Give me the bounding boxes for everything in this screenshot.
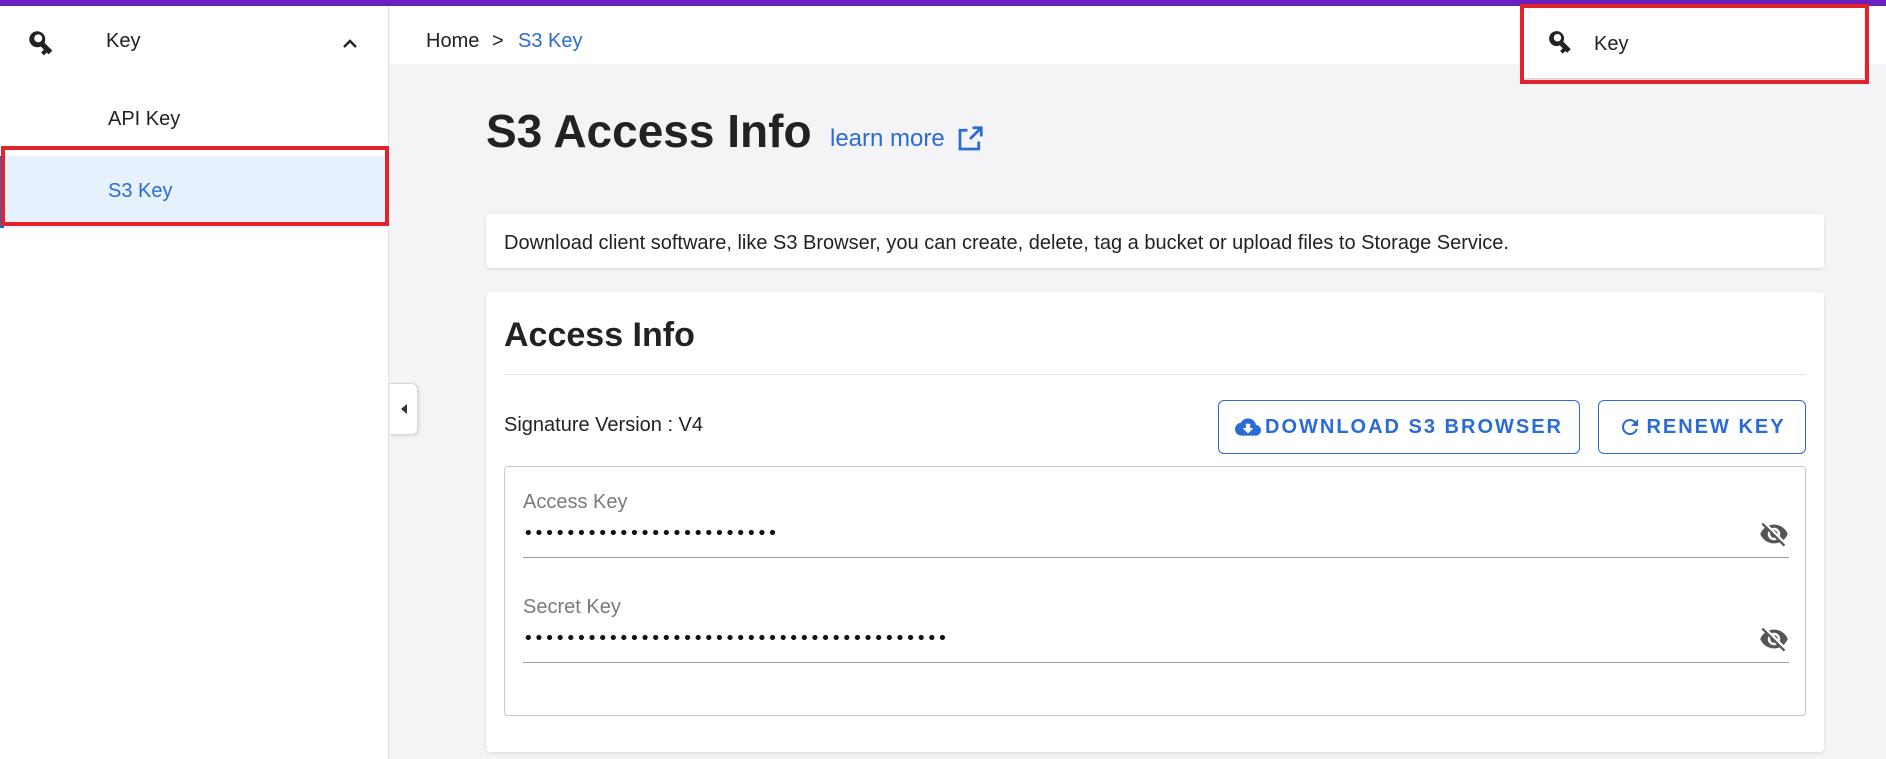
access-key-label: Access Key xyxy=(523,491,628,513)
field-underline xyxy=(523,557,1789,558)
keys-panel: Access Key •••••••••••••••••••••••• Secr… xyxy=(504,466,1806,716)
breadcrumb-current[interactable]: S3 Key xyxy=(518,30,582,53)
signature-version: Signature Version : V4 xyxy=(504,414,704,436)
key-icon xyxy=(29,31,53,56)
secret-key-field[interactable]: Secret Key •••••••••••••••••••••••••••••… xyxy=(523,588,1789,678)
access-key-field[interactable]: Access Key •••••••••••••••••••••••• xyxy=(523,483,1789,573)
page-title: S3 Access Info xyxy=(486,105,812,157)
secret-key-value[interactable]: •••••••••••••••••••••••••••••••••••••••• xyxy=(523,628,948,649)
access-info-card: Access Info Signature Version : V4 DOWNL… xyxy=(486,292,1824,752)
breadcrumb-home[interactable]: Home xyxy=(426,30,479,53)
info-text: Download client software, like S3 Browse… xyxy=(504,232,1509,254)
menu-popup-key[interactable]: Key xyxy=(1524,6,1864,78)
renew-button-label: RENEW KEY xyxy=(1646,415,1786,438)
menu-popup-label: Key xyxy=(1594,33,1629,55)
sidebar-item-label: S3 Key xyxy=(108,180,173,202)
sidebar-item-s3-key[interactable]: S3 Key xyxy=(0,156,389,228)
access-key-value[interactable]: •••••••••••••••••••••••• xyxy=(523,523,778,544)
sidebar-collapse-button[interactable] xyxy=(390,383,418,435)
cloud-download-icon xyxy=(1235,418,1261,436)
caret-left-icon xyxy=(400,404,407,414)
sidebar-item-api-key[interactable]: API Key xyxy=(0,84,389,156)
breadcrumb-separator: > xyxy=(492,30,504,52)
info-card: Download client software, like S3 Browse… xyxy=(486,214,1824,268)
renew-key-button[interactable]: RENEW KEY xyxy=(1598,400,1806,454)
sidebar-group-key[interactable]: Key xyxy=(0,6,389,78)
download-button-label: DOWNLOAD S3 BROWSER xyxy=(1265,415,1563,438)
secret-key-label: Secret Key xyxy=(523,596,621,618)
field-underline xyxy=(523,662,1789,663)
visibility-off-icon[interactable] xyxy=(1759,519,1789,549)
access-info-title: Access Info xyxy=(504,316,695,354)
learn-more-link[interactable]: learn more xyxy=(830,124,985,154)
key-icon xyxy=(1549,31,1571,54)
refresh-icon xyxy=(1622,418,1639,435)
open-in-new-icon xyxy=(958,126,983,151)
sidebar: Key API Key S3 Key xyxy=(0,6,389,759)
download-s3-browser-button[interactable]: DOWNLOAD S3 BROWSER xyxy=(1218,400,1580,454)
visibility-off-icon[interactable] xyxy=(1759,624,1789,654)
chevron-up-icon[interactable] xyxy=(338,32,362,56)
divider xyxy=(504,374,1806,375)
sidebar-group-label: Key xyxy=(106,30,141,52)
sidebar-item-label: API Key xyxy=(108,108,181,130)
learn-more-label: learn more xyxy=(830,125,945,152)
